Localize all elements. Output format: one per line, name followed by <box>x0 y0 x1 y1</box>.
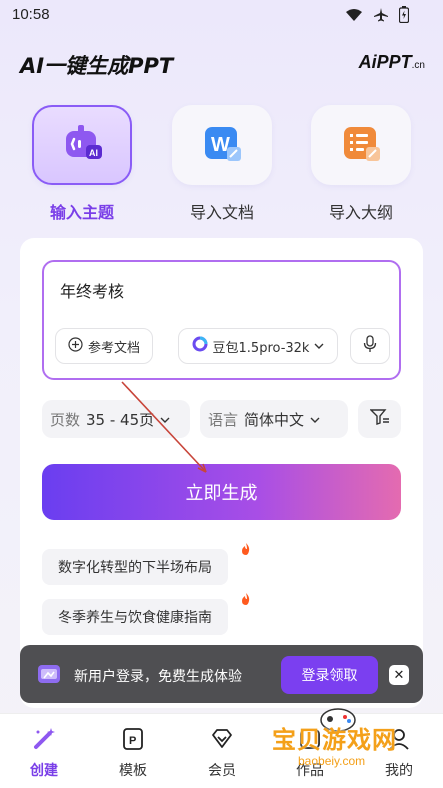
diamond-icon <box>209 729 235 756</box>
login-promo-toast: 新用户登录，免费生成体验 登录领取 ✕ <box>20 645 423 703</box>
toast-text: 新用户登录，免费生成体验 <box>74 669 242 685</box>
login-claim-button[interactable]: 登录领取 <box>281 656 378 694</box>
mode-tabs: AI 输入主题 W 导入文档 导入大纲 <box>0 105 443 225</box>
watermark-text: 宝贝游戏网 <box>272 726 397 754</box>
reference-doc-label: 参考文档 <box>87 340 140 356</box>
doubao-logo-icon <box>192 336 208 356</box>
tab-import-outline-tile[interactable] <box>311 105 411 185</box>
status-bar: 10:58 <box>0 0 443 30</box>
tab-input-topic-tile[interactable]: AI <box>32 105 132 185</box>
microphone-icon <box>363 335 377 357</box>
app-title: AI一键生成PPT <box>20 54 174 78</box>
outline-list-icon <box>340 123 382 167</box>
chevron-down-icon <box>314 339 324 354</box>
logo-main: AiPPT <box>358 52 412 72</box>
watermark-url: baobeiy.com <box>298 754 366 768</box>
tab-import-outline[interactable]: 导入大纲 <box>311 105 411 223</box>
airplane-icon <box>373 7 389 27</box>
reference-doc-button[interactable]: 参考文档 <box>55 328 153 364</box>
tab-input-topic[interactable]: AI 输入主题 <box>32 105 132 223</box>
language-select[interactable]: 语言 简体中文 <box>200 400 348 438</box>
word-doc-icon: W <box>201 123 243 167</box>
logo-suffix: .cn <box>411 60 425 71</box>
status-icons <box>345 6 410 27</box>
annotation-arrow <box>121 381 207 473</box>
nav-templates[interactable]: P 模板 <box>108 726 158 780</box>
svg-text:AI: AI <box>89 148 98 158</box>
plus-circle-icon <box>68 336 83 356</box>
generate-button[interactable]: 立即生成 <box>42 464 401 520</box>
suggestion-item[interactable]: 冬季养生与饮食健康指南 <box>42 599 228 635</box>
model-select[interactable]: 豆包1.5pro-32k <box>178 328 338 364</box>
status-time: 10:58 <box>12 6 50 23</box>
svg-text:P: P <box>129 735 136 747</box>
watermark: 宝贝游戏网 baobeiy.com <box>272 708 432 780</box>
model-label: 豆包1.5pro-32k <box>212 340 310 356</box>
wifi-icon <box>345 7 363 26</box>
topic-input[interactable]: 年终考核 <box>60 278 124 302</box>
page-count-key: 页数 <box>50 410 81 429</box>
nav-membership[interactable]: 会员 <box>197 726 247 780</box>
topic-input-box[interactable]: 年终考核 参考文档 豆包1.5pro-32k <box>42 260 401 380</box>
template-icon: P <box>120 728 146 756</box>
chevron-down-icon <box>310 410 320 428</box>
nav-label: 创建 <box>30 763 58 779</box>
filter-button[interactable] <box>358 400 401 438</box>
nav-create[interactable]: 创建 <box>19 726 69 780</box>
voice-input-button[interactable] <box>350 328 390 364</box>
filter-icon <box>368 408 390 430</box>
tab-import-doc[interactable]: W 导入文档 <box>172 105 272 223</box>
hot-flame-icon <box>240 542 252 559</box>
nav-label: 模板 <box>119 763 147 779</box>
ai-bot-icon: AI <box>60 123 104 167</box>
language-value: 简体中文 <box>244 410 305 429</box>
aippt-logo: AiPPT.cn <box>359 52 425 73</box>
tab-label: 输入主题 <box>49 203 114 222</box>
tab-label: 导入大纲 <box>328 203 393 222</box>
hot-flame-icon <box>240 592 252 609</box>
suggestion-item[interactable]: 数字化转型的下半场布局 <box>42 549 228 585</box>
tab-label: 导入文档 <box>189 203 254 222</box>
magic-wand-icon <box>31 728 57 756</box>
battery-icon <box>398 6 410 27</box>
close-icon[interactable]: ✕ <box>389 665 409 685</box>
gift-box-icon <box>36 661 62 691</box>
nav-label: 会员 <box>208 763 236 779</box>
tab-import-doc-tile[interactable]: W <box>172 105 272 185</box>
